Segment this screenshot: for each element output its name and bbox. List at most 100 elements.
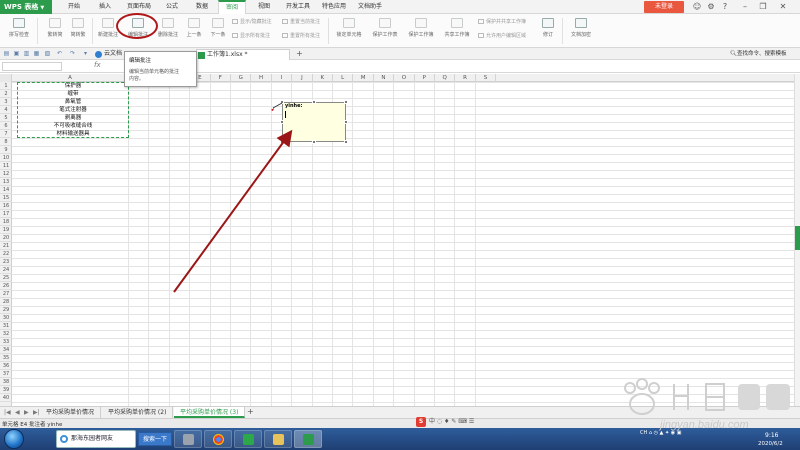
row-header-20[interactable]: 20 — [0, 234, 12, 242]
menu-formulas[interactable]: 公式 — [160, 0, 184, 14]
sheet-tab-1[interactable]: 平均采购单价情况 — [40, 407, 102, 418]
print-preview-icon[interactable]: ▦ — [33, 50, 40, 57]
row-header-1[interactable]: 1 — [0, 82, 12, 90]
column-header-p[interactable]: P — [415, 74, 435, 82]
ime-toolbar[interactable]: S中 ◌ ♦ ✎ ⌨ ☰ — [416, 416, 474, 428]
open-icon[interactable]: ▤ — [3, 50, 10, 57]
next-comment-button[interactable]: 下一条 — [204, 17, 232, 45]
column-header-l[interactable]: L — [333, 74, 354, 82]
redo-icon[interactable]: ↷ — [69, 50, 76, 57]
column-header-r[interactable]: R — [455, 74, 476, 82]
row-header-5[interactable]: 5 — [0, 114, 12, 122]
protect-shared-workbook-button[interactable]: 保护并共享工作簿 — [478, 18, 526, 27]
share-workbook-button[interactable]: 共享工作簿 — [440, 17, 474, 45]
settings-icon[interactable]: ⚙ — [704, 0, 718, 14]
row-header-6[interactable]: 6 — [0, 122, 12, 130]
menu-data[interactable]: 数据 — [190, 0, 214, 14]
add-sheet-button[interactable]: + — [247, 407, 254, 416]
ie-pinned-taskbar-item[interactable] — [234, 430, 262, 448]
delete-comment-button[interactable]: 删除批注 — [154, 17, 182, 45]
resize-handle-e[interactable] — [344, 120, 348, 124]
row-header-36[interactable]: 36 — [0, 362, 12, 370]
resize-handle-se[interactable] — [344, 140, 348, 144]
wps-taskbar-item[interactable] — [294, 430, 322, 448]
resize-handle-w[interactable] — [280, 120, 284, 124]
row-header-27[interactable]: 27 — [0, 290, 12, 298]
row-header-37[interactable]: 37 — [0, 370, 12, 378]
resize-handle-nw[interactable] — [280, 100, 284, 104]
menu-doc-assistant[interactable]: 文档助手 — [354, 0, 386, 14]
column-header-j[interactable]: J — [292, 74, 313, 82]
sheet-tab-2[interactable]: 平均采购单价情况 (2) — [102, 407, 174, 418]
menu-insert[interactable]: 插入 — [93, 0, 117, 14]
column-header-h[interactable]: H — [251, 74, 272, 82]
menu-developer[interactable]: 开发工具 — [282, 0, 314, 14]
doc-encrypt-button[interactable]: 文档加密 — [564, 17, 598, 45]
resize-handle-ne[interactable] — [344, 100, 348, 104]
undo-icon[interactable]: ↶ — [56, 50, 63, 57]
row-header-10[interactable]: 10 — [0, 154, 12, 162]
row-header-35[interactable]: 35 — [0, 354, 12, 362]
command-search[interactable]: 🔍︎查找命令、搜索模板 — [730, 49, 787, 59]
help-icon[interactable]: ? — [718, 0, 732, 14]
clock-date[interactable]: 2020/6/2 — [758, 441, 783, 447]
chevron-down-icon[interactable]: ▾ — [82, 50, 89, 57]
chrome-taskbar-item[interactable] — [204, 430, 232, 448]
allow-edit-ranges-button[interactable]: 允许用户编辑区域 — [478, 32, 526, 41]
row-header-2[interactable]: 2 — [0, 90, 12, 98]
column-header-q[interactable]: Q — [435, 74, 456, 82]
cell-area[interactable] — [12, 82, 800, 406]
resize-handle-n[interactable] — [312, 100, 316, 104]
scrollbar-thumb[interactable] — [795, 226, 800, 250]
column-header-g[interactable]: G — [231, 74, 252, 82]
row-header-33[interactable]: 33 — [0, 338, 12, 346]
column-header-i[interactable]: I — [272, 74, 293, 82]
name-box[interactable] — [2, 62, 62, 71]
row-header-38[interactable]: 38 — [0, 378, 12, 386]
row-header-21[interactable]: 21 — [0, 242, 12, 250]
menu-home[interactable]: 开始 — [62, 0, 86, 14]
app-menu-button[interactable]: WPS 表格 ▼ — [0, 0, 52, 14]
row-header-15[interactable]: 15 — [0, 194, 12, 202]
row-header-32[interactable]: 32 — [0, 330, 12, 338]
lock-cells-button[interactable]: 锁定单元格 — [332, 17, 366, 45]
cloud-doc-tab[interactable]: 云文档 — [94, 49, 124, 60]
row-header-29[interactable]: 29 — [0, 306, 12, 314]
row-header-31[interactable]: 31 — [0, 322, 12, 330]
menu-review[interactable]: 审阅 — [218, 0, 246, 14]
row-header-26[interactable]: 26 — [0, 282, 12, 290]
column-header-n[interactable]: N — [374, 74, 395, 82]
row-header-3[interactable]: 3 — [0, 98, 12, 106]
column-header-o[interactable]: O — [394, 74, 415, 82]
next-sheet-icon[interactable]: ▶ — [24, 409, 29, 416]
workbook-tab[interactable]: 工作簿1.xlsx * — [196, 49, 290, 60]
column-header-f[interactable]: F — [211, 74, 231, 82]
column-header-m[interactable]: M — [353, 74, 374, 82]
show-hide-comment-button[interactable]: 显示/隐藏批注 — [232, 18, 272, 27]
login-button[interactable]: 未登录 — [644, 1, 684, 13]
row-header-8[interactable]: 8 — [0, 138, 12, 146]
start-button[interactable] — [4, 429, 24, 449]
print-icon[interactable]: ▥ — [23, 50, 30, 57]
protect-sheet-button[interactable]: 保护工作表 — [368, 17, 402, 45]
prev-sheet-icon[interactable]: ◀ — [15, 409, 20, 416]
save-icon[interactable]: ▣ — [13, 50, 20, 57]
row-header-7[interactable]: 7 — [0, 130, 12, 138]
row-header-14[interactable]: 14 — [0, 186, 12, 194]
comment-box[interactable]: yinhe: — [282, 102, 346, 142]
row-header-17[interactable]: 17 — [0, 210, 12, 218]
row-header-16[interactable]: 16 — [0, 202, 12, 210]
resize-handle-sw[interactable] — [280, 140, 284, 144]
row-header-24[interactable]: 24 — [0, 266, 12, 274]
restore-icon[interactable]: ❐ — [756, 0, 770, 14]
row-header-4[interactable]: 4 — [0, 106, 12, 114]
function-icon[interactable]: fx — [94, 61, 101, 69]
row-header-23[interactable]: 23 — [0, 258, 12, 266]
skin-icon[interactable]: ☺ — [690, 0, 704, 14]
minimize-icon[interactable]: – — [738, 0, 752, 14]
close-icon[interactable]: ✕ — [776, 0, 790, 14]
row-header-22[interactable]: 22 — [0, 250, 12, 258]
menu-features[interactable]: 特色应用 — [318, 0, 350, 14]
row-header-25[interactable]: 25 — [0, 274, 12, 282]
row-header-19[interactable]: 19 — [0, 226, 12, 234]
